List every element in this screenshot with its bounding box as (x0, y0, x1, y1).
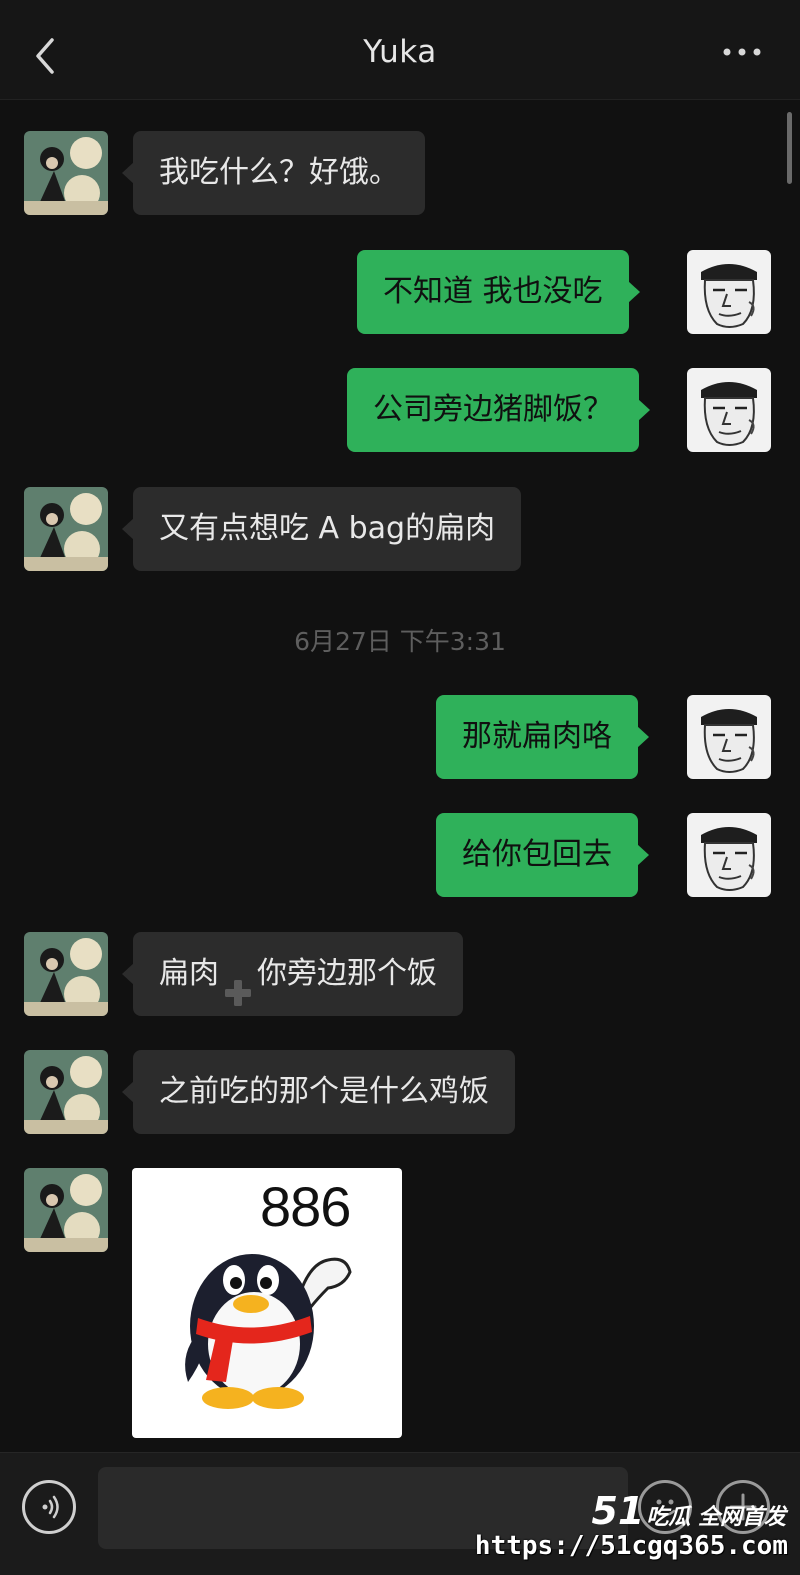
message-bubble-received[interactable]: 我吃什么？好饿。 (122, 131, 425, 215)
message-text: 又有点想吃 A bag的扁肉 (159, 511, 496, 546)
watermark-logo-number: 51 (591, 1489, 645, 1533)
more-options-icon[interactable] (722, 40, 762, 64)
message-bubble-sent[interactable]: 公司旁边猪脚饭？ (347, 368, 650, 452)
sticker-message[interactable]: 886 (132, 1168, 402, 1438)
message-text: 公司旁边猪脚饭？ (373, 392, 613, 427)
message-text: 扁肉 (159, 956, 219, 991)
chat-title: Yuka (363, 34, 437, 70)
my-avatar[interactable] (687, 250, 771, 334)
contact-avatar[interactable] (24, 1050, 108, 1134)
message-bubble-sent[interactable]: 给你包回去 (436, 813, 649, 897)
message-text: 给你包回去 (462, 837, 612, 872)
contact-avatar[interactable] (24, 487, 108, 571)
watermark-url: https://51cgq365.com (474, 1531, 788, 1561)
chat-timestamp: 6月27日 下午3:31 (294, 627, 506, 656)
message-bubble-sent[interactable]: 不知道 我也没吃 (357, 250, 640, 334)
message-text: 你旁边那个饭 (257, 956, 437, 991)
watermark-logo: 51吃瓜 全网首发 (591, 1489, 786, 1533)
message-bubble-received[interactable]: 扁肉 你旁边那个饭 (122, 932, 463, 1016)
message-text: 不知道 我也没吃 (383, 274, 603, 309)
voice-wave-icon (42, 1495, 59, 1519)
contact-avatar[interactable] (24, 932, 108, 1016)
message-text: 之前吃的那个是什么鸡饭 (159, 1074, 489, 1109)
voice-message-button[interactable] (22, 1480, 76, 1534)
heavy-plus-emoji-icon (223, 957, 253, 1006)
my-avatar[interactable] (687, 695, 771, 779)
message-bubble-received[interactable]: 又有点想吃 A bag的扁肉 (121, 487, 522, 571)
message-text: 我吃什么？好饿。 (159, 155, 399, 190)
watermark-logo-text: 吃瓜 全网首发 (646, 1505, 786, 1530)
contact-avatar[interactable] (24, 1168, 108, 1252)
chat-header: Yuka (0, 0, 800, 100)
sticker-text: 886 (260, 1175, 351, 1238)
scrollbar[interactable] (787, 112, 792, 184)
message-text: 那就扁肉咯 (462, 719, 612, 754)
my-avatar[interactable] (687, 368, 771, 452)
message-bubble-received[interactable]: 之前吃的那个是什么鸡饭 (122, 1050, 515, 1134)
my-avatar[interactable] (687, 813, 771, 897)
message-bubble-sent[interactable]: 那就扁肉咯 (436, 695, 649, 779)
contact-avatar[interactable] (24, 131, 108, 215)
site-watermark: 51吃瓜 全网首发 https://51cgq365.com (475, 1469, 794, 1569)
